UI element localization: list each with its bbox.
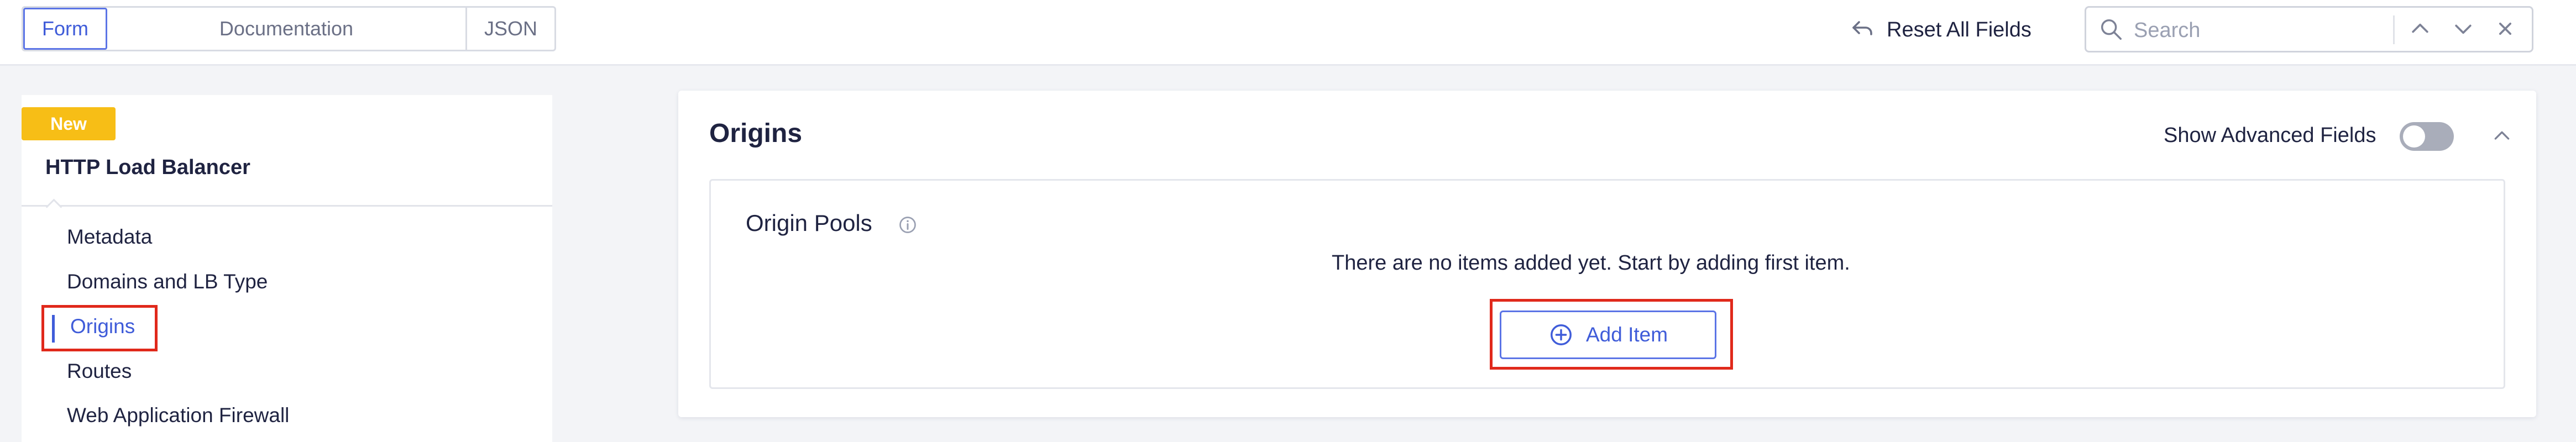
nav-pointer	[45, 198, 62, 215]
chevron-down-icon[interactable]	[2451, 17, 2475, 41]
search-divider	[2393, 15, 2395, 44]
chevron-up-icon[interactable]	[2408, 17, 2432, 41]
tab-documentation[interactable]: Documentation	[107, 8, 467, 50]
search-icon	[2101, 19, 2122, 40]
reset-label: Reset All Fields	[1887, 18, 2032, 41]
nav-divider	[22, 205, 552, 207]
add-item-button[interactable]: Add Item	[1500, 311, 1716, 359]
add-item-label: Add Item	[1585, 323, 1668, 346]
origin-pools-title: Origin Pools	[746, 210, 872, 236]
nav-title: HTTP Load Balancer	[45, 156, 250, 179]
view-tabs: Form Documentation JSON	[22, 6, 556, 51]
tab-form[interactable]: Form	[23, 8, 107, 50]
nav-item-routes[interactable]: Routes	[67, 360, 132, 383]
tab-json[interactable]: JSON	[467, 8, 554, 50]
info-icon[interactable]	[898, 215, 918, 235]
origin-pools-panel: Origin Pools There are no items added ye…	[709, 179, 2505, 389]
toggle-knob	[2403, 125, 2425, 148]
section-title: Origins	[709, 119, 803, 148]
advanced-fields-toggle[interactable]	[2400, 122, 2454, 151]
origins-card: Origins Show Advanced Fields Origin Pool…	[678, 91, 2536, 417]
top-bar: Form Documentation JSON Reset All Fields	[0, 0, 2576, 66]
search-input[interactable]	[2133, 14, 2356, 46]
new-badge: New	[22, 107, 116, 140]
close-icon[interactable]	[2493, 17, 2517, 41]
highlight-box-origins	[41, 305, 158, 351]
advanced-fields-label: Show Advanced Fields	[2164, 124, 2376, 147]
undo-icon	[1852, 21, 1872, 35]
left-nav: New HTTP Load Balancer Metadata Domains …	[22, 95, 552, 442]
nav-item-waf[interactable]: Web Application Firewall	[67, 404, 289, 427]
plus-circle-icon	[1550, 324, 1572, 345]
search-box	[2085, 6, 2533, 52]
reset-all-fields-button[interactable]: Reset All Fields	[1849, 12, 2032, 48]
nav-item-domains-lb-type[interactable]: Domains and LB Type	[67, 270, 268, 293]
nav-item-metadata[interactable]: Metadata	[67, 225, 152, 249]
empty-message: There are no items added yet. Start by a…	[1332, 251, 1850, 275]
chevron-up-icon[interactable]	[2491, 125, 2513, 147]
